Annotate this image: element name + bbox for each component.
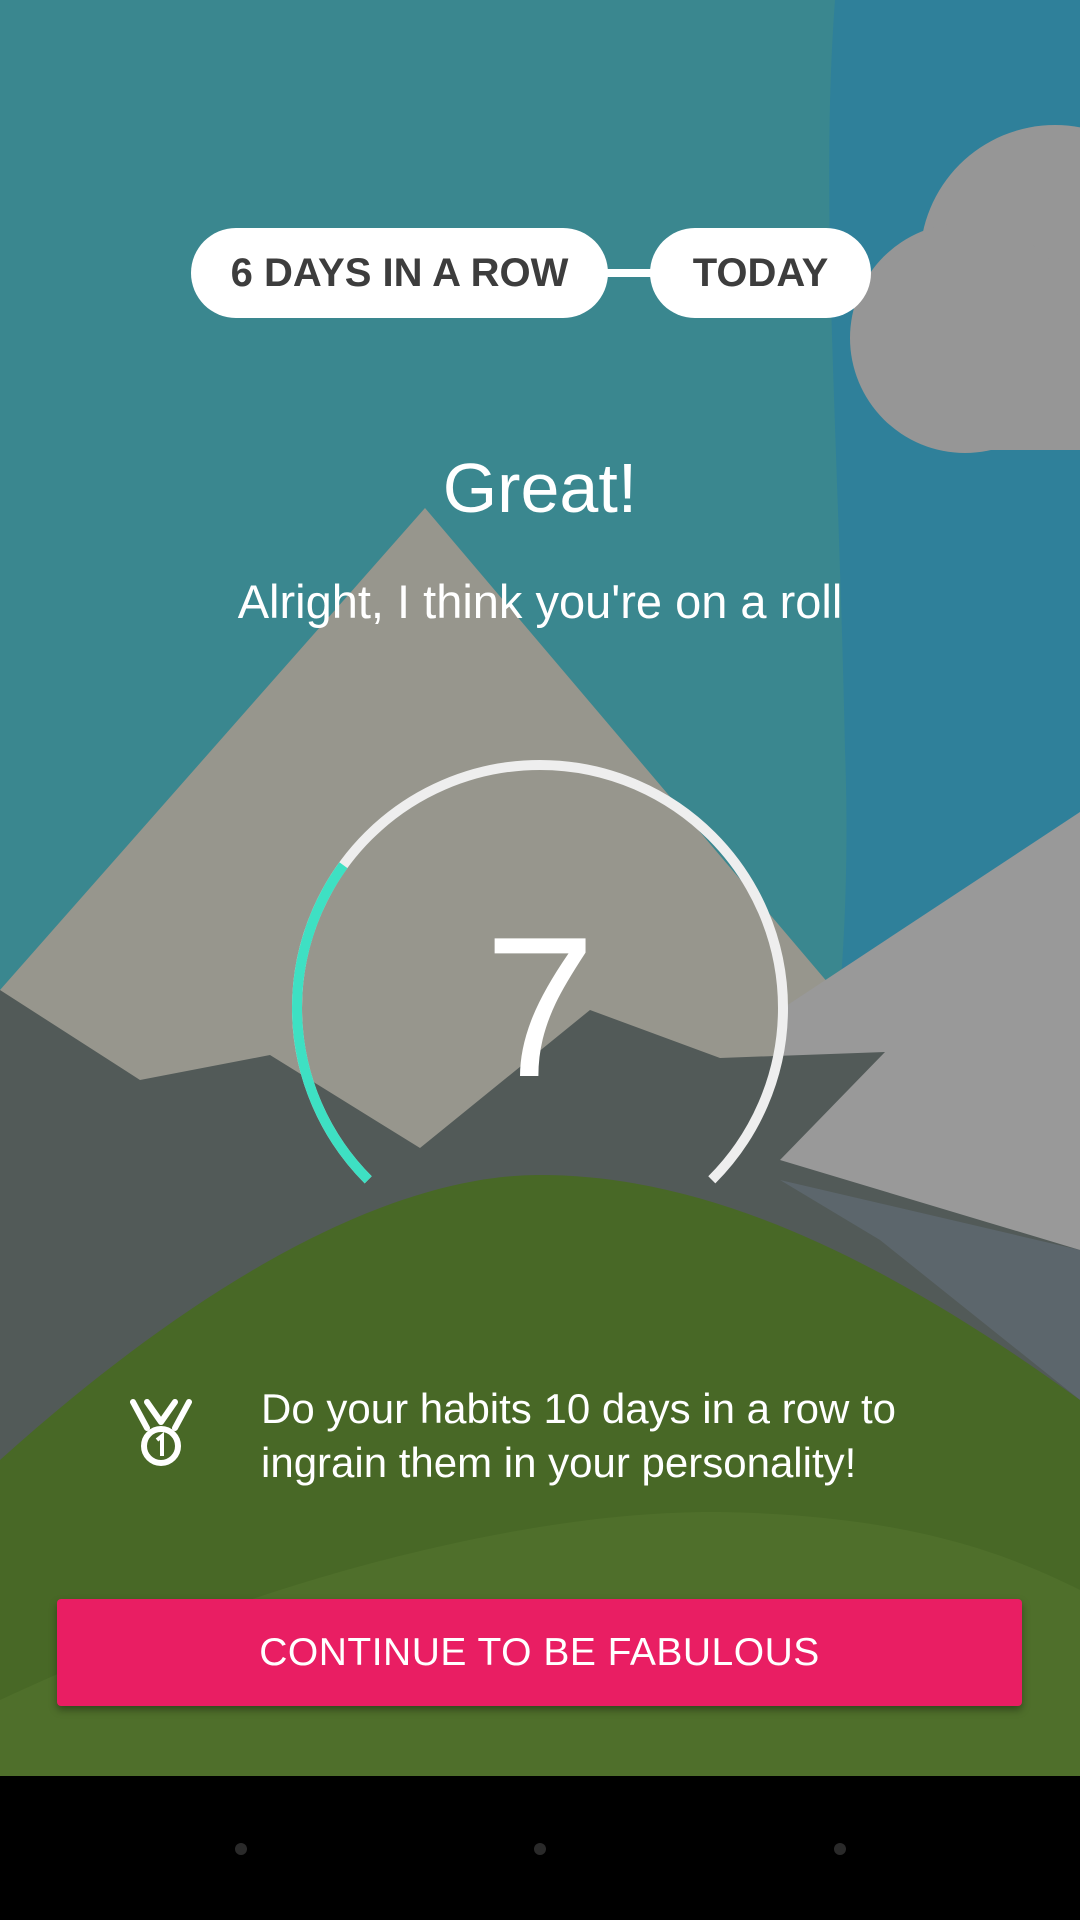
today-pill: TODAY: [650, 228, 871, 318]
today-label: TODAY: [692, 250, 829, 295]
continue-button[interactable]: CONTINUE TO BE FABULOUS: [57, 1599, 1022, 1706]
streak-days-pill: 6 DAYS IN A ROW: [191, 228, 608, 318]
page-subtitle: Alright, I think you're on a roll: [237, 575, 843, 628]
tip-text: Do your habits 10 days in a row to ingra…: [261, 1385, 897, 1486]
streak-connector: [606, 269, 654, 277]
streak-days-label: 6 DAYS IN A ROW: [230, 250, 569, 295]
continue-button-label: CONTINUE TO BE FABULOUS: [259, 1630, 820, 1674]
recents-icon[interactable]: [834, 1843, 846, 1855]
medal-icon: [130, 1399, 192, 1466]
streak-count: 7: [484, 896, 596, 1119]
home-icon[interactable]: [534, 1843, 546, 1855]
page-title: Great!: [442, 449, 638, 527]
back-icon[interactable]: [235, 1843, 247, 1855]
